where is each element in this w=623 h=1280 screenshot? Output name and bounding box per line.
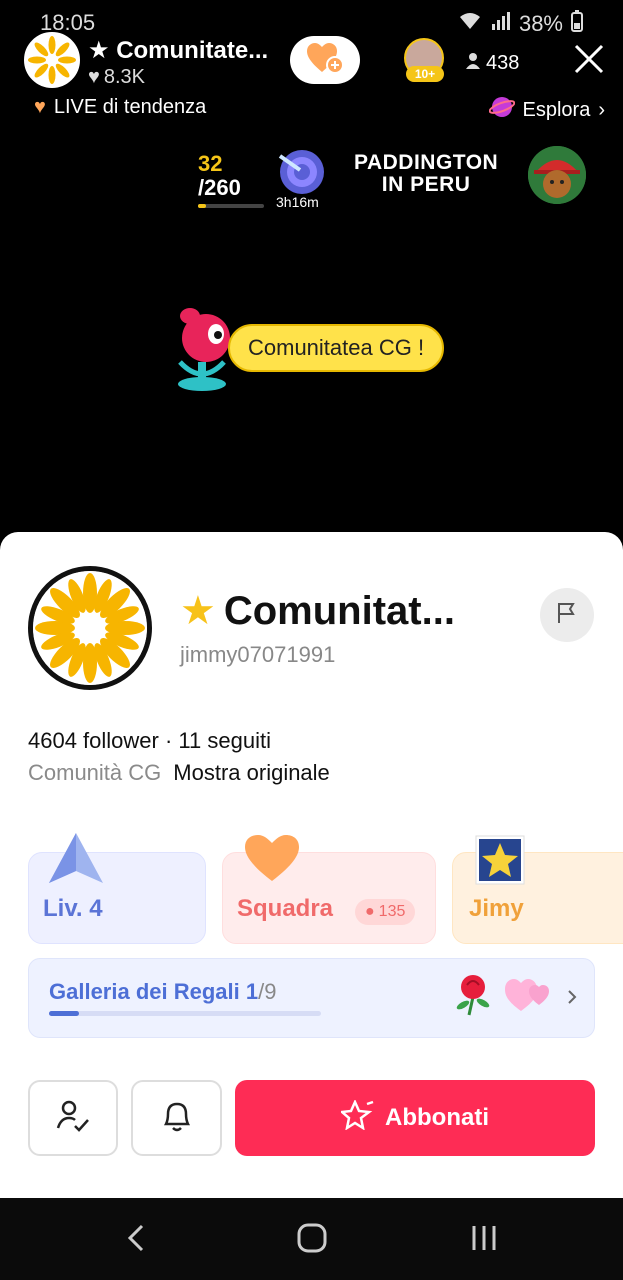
host-likes: ♥ 8.3K (88, 66, 145, 89)
recent-apps-icon[interactable] (468, 1222, 500, 1259)
trending-row: ♥ LIVE di tendenza Esplora › (0, 96, 623, 126)
trending-label: LIVE di tendenza (53, 96, 207, 118)
fan-club-label: Jimy (469, 895, 524, 922)
team-badge[interactable]: Squadra ● 135 (222, 835, 436, 944)
paddington-promo[interactable]: PADDINGTON IN PERU (354, 152, 498, 196)
bell-icon (160, 1098, 194, 1139)
notifications-button[interactable] (131, 1080, 222, 1156)
promo-line2: IN PERU (381, 173, 471, 196)
host-avatar[interactable] (24, 32, 80, 88)
heart-icon: ♥ (34, 96, 46, 118)
level-label: Liv. 4 (43, 895, 103, 922)
chevron-right-icon: › (598, 98, 605, 121)
gift-goal[interactable]: 32 /260 (198, 152, 268, 208)
heart-icon (243, 833, 301, 888)
person-icon (466, 52, 480, 75)
top-viewer-badge: 10+ (406, 66, 444, 82)
profile-name-text: Comunitat... (223, 588, 455, 633)
gallery-total: /9 (258, 979, 277, 1004)
level-badge[interactable]: Liv. 4 (28, 833, 206, 944)
trending-live-link[interactable]: ♥ LIVE di tendenza (34, 96, 206, 119)
profile-handle: jimmy07071991 (180, 642, 336, 667)
flag-icon (555, 601, 579, 630)
fan-club-badge[interactable]: Jimy (452, 835, 623, 944)
host-name[interactable]: ★ Comunitate... (88, 36, 268, 65)
goal-total: /260 (198, 175, 241, 200)
mascot-sticker (172, 302, 236, 394)
gallery-progress-bar (49, 1011, 321, 1016)
show-original-link[interactable]: Mostra originale (173, 760, 330, 786)
report-button[interactable] (540, 588, 594, 642)
profile-name: ★ Comunitat... (180, 588, 455, 634)
team-member-count: ● 135 (355, 899, 416, 925)
badge-row: Liv. 4 Squadra ● 135 Jimy (28, 830, 623, 944)
home-icon[interactable] (296, 1222, 328, 1259)
android-nav-bar (0, 1198, 623, 1280)
star-burst-icon (339, 1098, 375, 1137)
gift-gallery[interactable]: Galleria dei Regali 1/9 (28, 958, 595, 1038)
star-icon: ★ (88, 37, 110, 64)
explore-label: Esplora (522, 98, 591, 121)
host-likes-count: 8.3K (103, 66, 146, 88)
close-icon[interactable] (572, 42, 606, 76)
bio-text: Comunità CG (28, 760, 162, 785)
host-name-text: Comunitate... (116, 37, 269, 64)
friends-button[interactable] (28, 1080, 118, 1156)
heart-plus-icon (306, 42, 344, 79)
person-icon: ● (365, 903, 375, 920)
viewer-count[interactable]: 438 (466, 52, 519, 75)
speech-bubble: Comunitatea CG ! (228, 324, 445, 372)
gift-gallery-label: Galleria dei Regali 1/9 (49, 979, 276, 1005)
follow-stats: 4604 follower · 11 seguiti (28, 728, 271, 753)
person-check-icon (55, 1098, 91, 1139)
live-header: ★ Comunitate... ♥ 8.3K 10+ 438 (0, 16, 623, 88)
arrow-icon (47, 831, 105, 890)
viewer-count-text: 438 (486, 52, 520, 74)
hearts-icon (503, 975, 553, 1020)
profile-avatar[interactable] (28, 566, 152, 690)
gallery-count: 1 (245, 979, 259, 1004)
back-icon[interactable] (124, 1222, 148, 1259)
heart-icon: ♥ (88, 66, 100, 88)
explore-link[interactable]: Esplora › (488, 94, 605, 126)
team-label: Squadra (237, 895, 334, 922)
star-icon: ★ (180, 589, 216, 633)
goal-progress-bar (198, 204, 264, 208)
subscribe-button[interactable]: Abbonati (235, 1080, 595, 1156)
subscribe-label: Abbonati (385, 1104, 489, 1131)
goal-timer: 3h16m (276, 194, 319, 210)
planet-icon (488, 94, 515, 126)
paddington-avatar[interactable] (528, 146, 586, 204)
promo-line1: PADDINGTON (354, 151, 499, 174)
chevron-right-icon (565, 985, 579, 1009)
gallery-title: Galleria dei Regali (49, 979, 240, 1004)
app-root: { "status_bar": {"time": "18:05", "batte… (0, 0, 623, 1280)
target-icon[interactable] (276, 148, 324, 196)
profile-bio: Comunità CG Mostra originale (28, 760, 330, 786)
follow-host-button[interactable] (290, 36, 360, 84)
team-count-text: 135 (378, 903, 406, 920)
rose-icon (453, 973, 495, 1022)
goal-current: 32 (198, 151, 223, 176)
profile-sheet: ★ Comunitat... jimmy07071991 4604 follow… (0, 532, 623, 1198)
star-tile-icon (475, 835, 525, 890)
